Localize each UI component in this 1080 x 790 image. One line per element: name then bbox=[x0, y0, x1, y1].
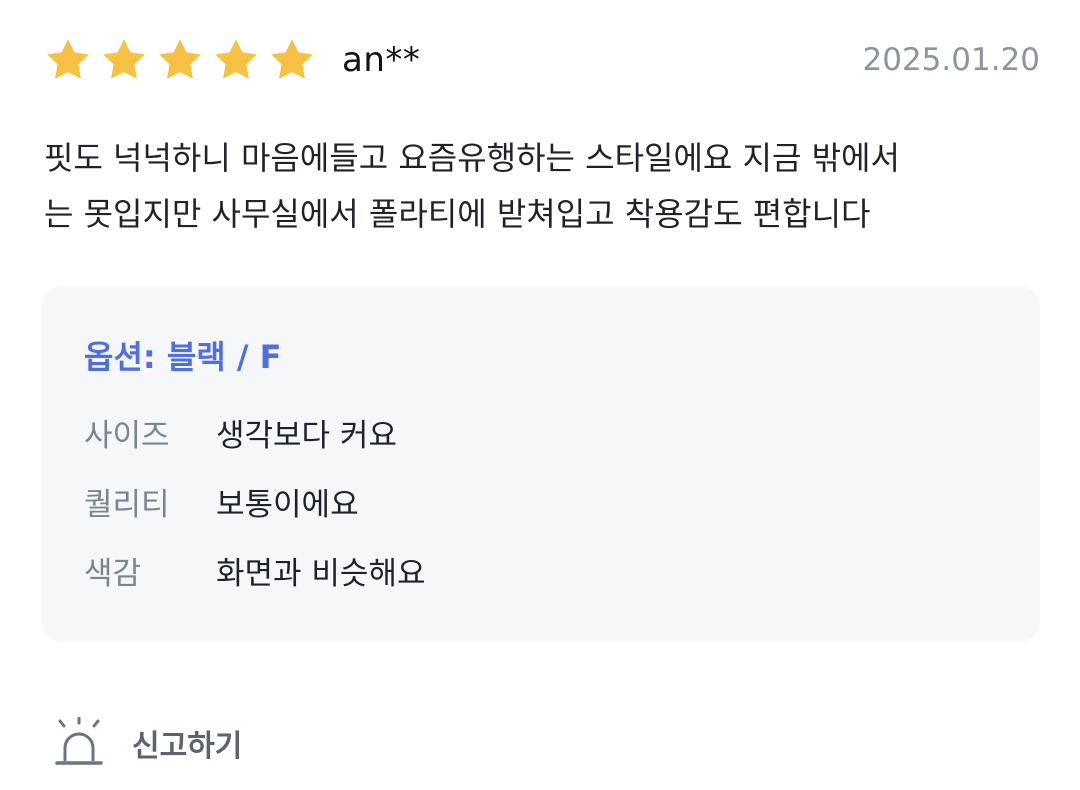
review-text-line: 는 못입지만 사무실에서 폴라티에 받쳐입고 착용감도 편합니다 bbox=[44, 195, 871, 233]
option-panel: 옵션: 블랙 / F 사이즈 생각보다 커요 퀄리티 보통이에요 색감 화면과 … bbox=[42, 286, 1040, 642]
option-attribute-list: 사이즈 생각보다 커요 퀄리티 보통이에요 색감 화면과 비슷해요 bbox=[84, 410, 426, 617]
option-row-quality: 퀄리티 보통이에요 bbox=[84, 479, 426, 548]
review-text: 핏도 넉넉하니 마음에들고 요즘유행하는 스타일에요 지금 밖에서 는 못입지만… bbox=[44, 130, 1044, 242]
siren-icon bbox=[55, 717, 103, 765]
report-label: 신고하기 bbox=[132, 729, 243, 764]
reviewer-name: an** bbox=[342, 40, 421, 80]
option-title: 옵션: 블랙 / F bbox=[84, 338, 282, 376]
option-value: 생각보다 커요 bbox=[216, 418, 397, 454]
option-value: 화면과 비슷해요 bbox=[216, 556, 426, 592]
star-icon bbox=[159, 39, 201, 79]
option-row-color: 색감 화면과 비슷해요 bbox=[84, 548, 426, 617]
review-date: 2025.01.20 bbox=[862, 42, 1041, 78]
option-row-size: 사이즈 생각보다 커요 bbox=[84, 410, 426, 479]
star-rating bbox=[44, 36, 316, 84]
review-header: an** 2025.01.20 bbox=[44, 34, 1040, 86]
option-value: 보통이에요 bbox=[216, 487, 359, 523]
review-card: an** 2025.01.20 핏도 넉넉하니 마음에들고 요즘유행하는 스타일… bbox=[0, 0, 1080, 790]
star-icon bbox=[103, 39, 145, 79]
report-button[interactable]: 신고하기 bbox=[54, 716, 242, 770]
star-icon bbox=[271, 39, 313, 79]
star-icon bbox=[215, 39, 257, 79]
option-label: 색감 bbox=[84, 556, 142, 592]
option-label: 사이즈 bbox=[84, 418, 170, 454]
option-label: 퀄리티 bbox=[84, 487, 170, 523]
review-text-line: 핏도 넉넉하니 마음에들고 요즘유행하는 스타일에요 지금 밖에서 bbox=[44, 139, 900, 177]
star-icon bbox=[47, 39, 89, 79]
